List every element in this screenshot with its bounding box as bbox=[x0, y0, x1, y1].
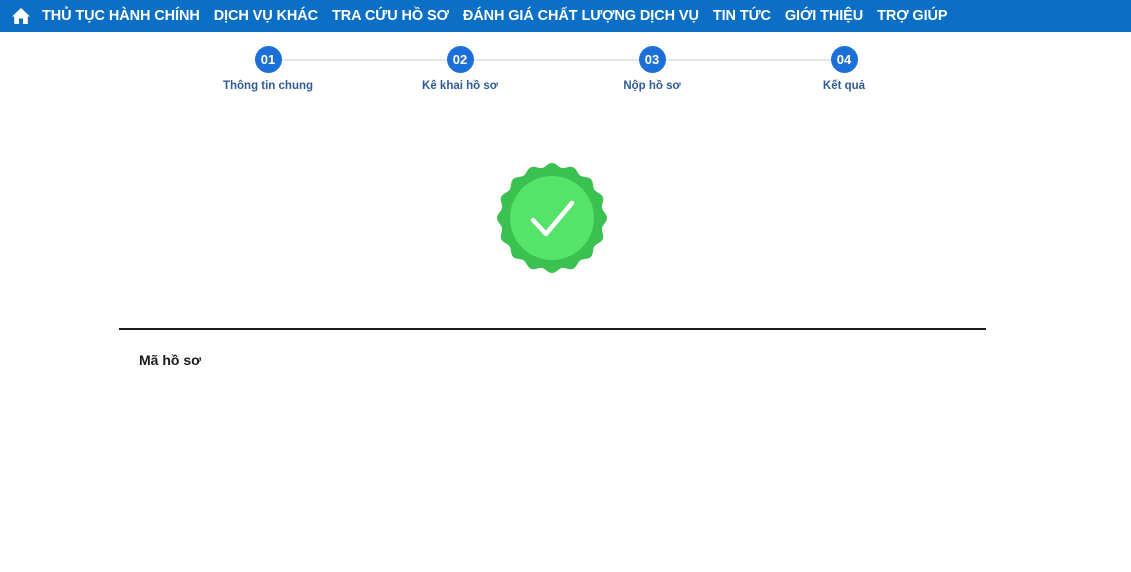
step-number-badge: 01 bbox=[254, 46, 282, 73]
page: THỦ TỤC HÀNH CHÍNH DỊCH VỤ KHÁC TRA CỨU … bbox=[0, 0, 1131, 572]
step-declare-record[interactable]: 02 Kê khai hồ sơ bbox=[395, 46, 525, 92]
nav-item-news[interactable]: TIN TỨC bbox=[713, 0, 771, 32]
home-button[interactable] bbox=[0, 0, 42, 32]
step-number-badge: 04 bbox=[830, 46, 858, 73]
nav-item-lookup-records[interactable]: TRA CỨU HỒ SƠ bbox=[332, 0, 449, 32]
step-label: Kết quả bbox=[822, 80, 866, 92]
step-label: Nộp hồ sơ bbox=[623, 80, 681, 92]
step-number-badge: 02 bbox=[446, 46, 474, 73]
nav-item-other-services[interactable]: DỊCH VỤ KHÁC bbox=[214, 0, 318, 32]
stepper-connector-line bbox=[268, 59, 844, 61]
step-result[interactable]: 04 Kết quả bbox=[779, 46, 909, 92]
section-divider bbox=[119, 328, 986, 330]
home-icon bbox=[12, 8, 30, 24]
nav-item-about[interactable]: GIỚI THIỆU bbox=[785, 0, 863, 32]
step-general-info[interactable]: 01 Thông tin chung bbox=[203, 46, 333, 92]
step-submit-record[interactable]: 03 Nộp hồ sơ bbox=[587, 46, 717, 92]
progress-stepper: 01 Thông tin chung 02 Kê khai hồ sơ 03 N… bbox=[0, 46, 1131, 106]
step-number-badge: 03 bbox=[638, 46, 666, 73]
top-navbar: THỦ TỤC HÀNH CHÍNH DỊCH VỤ KHÁC TRA CỨU … bbox=[0, 0, 1131, 32]
nav-item-service-quality-rating[interactable]: ĐÁNH GIÁ CHẤT LƯỢNG DỊCH VỤ bbox=[463, 0, 699, 32]
nav-item-administrative-procedures[interactable]: THỦ TỤC HÀNH CHÍNH bbox=[42, 0, 200, 32]
record-code-label: Mã hồ sơ bbox=[139, 352, 202, 368]
step-label: Thông tin chung bbox=[222, 80, 314, 92]
nav-menu: THỦ TỤC HÀNH CHÍNH DỊCH VỤ KHÁC TRA CỨU … bbox=[42, 0, 962, 32]
nav-item-help[interactable]: TRỢ GIÚP bbox=[877, 0, 947, 32]
success-check-badge-icon bbox=[497, 163, 607, 273]
step-label: Kê khai hồ sơ bbox=[422, 80, 498, 92]
